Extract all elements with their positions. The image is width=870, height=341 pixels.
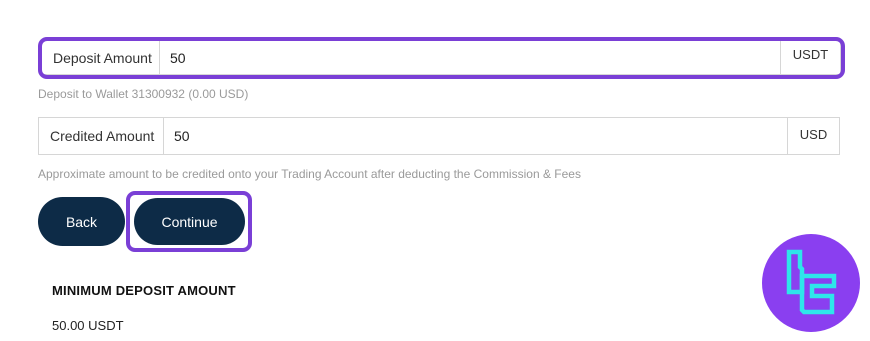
credited-currency: USD: [787, 118, 839, 154]
minimum-deposit-value: 50.00 USDT: [52, 318, 124, 333]
credited-amount-label: Credited Amount: [39, 118, 164, 154]
deposit-highlight-frame: [38, 37, 845, 79]
brand-logo-icon: [762, 234, 860, 332]
credited-amount-input[interactable]: [164, 118, 787, 154]
minimum-deposit-title: MINIMUM DEPOSIT AMOUNT: [52, 283, 236, 298]
credited-amount-hint: Approximate amount to be credited onto y…: [38, 167, 581, 181]
back-button[interactable]: Back: [38, 197, 125, 246]
credited-amount-field: Credited Amount USD: [38, 117, 840, 155]
continue-highlight-frame: [126, 191, 252, 252]
deposit-wallet-hint: Deposit to Wallet 31300932 (0.00 USD): [38, 87, 249, 101]
